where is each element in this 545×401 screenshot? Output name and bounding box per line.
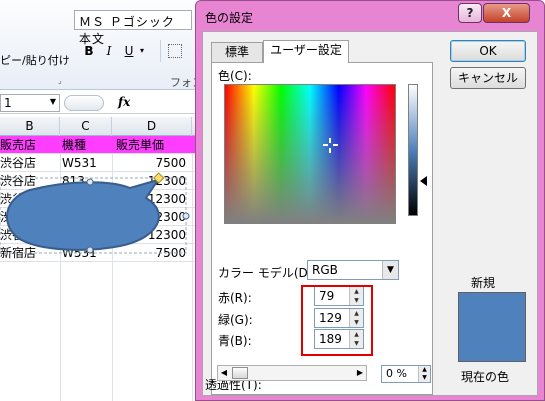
formula-splitter[interactable] xyxy=(64,95,104,111)
transparency-spinner[interactable]: 0 % ▲ ▼ xyxy=(381,365,431,383)
red-label: 赤(R): xyxy=(218,291,252,305)
dialog-launcher-icon[interactable]: ⌟ xyxy=(58,76,62,85)
close-button[interactable]: X xyxy=(483,3,530,23)
tab-custom[interactable]: ユーザー設定 xyxy=(263,40,349,63)
table-row: 渋谷店 12300 xyxy=(0,226,200,244)
help-button[interactable]: ? xyxy=(458,3,482,23)
column-header-d[interactable]: D xyxy=(112,117,192,136)
table-cell[interactable]: W531 xyxy=(62,154,112,172)
crosshair-icon[interactable] xyxy=(323,138,338,153)
column-header-c[interactable]: C xyxy=(60,117,112,136)
color-preview-swatch xyxy=(458,292,526,362)
table-row: 新宿店 W531 7500 xyxy=(0,244,200,262)
table-cell[interactable] xyxy=(62,208,112,226)
color-model-value: RGB xyxy=(312,263,338,277)
arrow-right-icon[interactable]: ▶ xyxy=(354,366,366,380)
color-label: 色(C): xyxy=(218,69,252,83)
blue-label: 青(B): xyxy=(218,334,252,348)
table-cell[interactable]: 渋谷店 xyxy=(0,226,60,244)
name-box[interactable]: 1 ▼ xyxy=(0,94,60,112)
table-cell[interactable]: 新宿店 xyxy=(0,244,60,262)
table-cell[interactable]: 12300 xyxy=(112,226,186,244)
table-row: 渋谷店 12300 xyxy=(0,208,200,226)
table-row: 渋谷店 813 12300 xyxy=(0,172,200,190)
table-cell[interactable]: 12300 xyxy=(112,172,186,190)
table-row: 渋谷店 12300 xyxy=(0,190,200,208)
table-cell[interactable]: 渋谷店 xyxy=(0,154,60,172)
tab-standard[interactable]: 標準 xyxy=(211,42,263,62)
table-cell[interactable]: 販売店 xyxy=(0,136,60,154)
dialog-titlebar[interactable]: 色の設定 ? X xyxy=(196,1,544,31)
color-model-select[interactable]: RGB ▼ xyxy=(307,260,399,280)
table-cell[interactable]: 渋谷店 xyxy=(0,172,60,190)
color-model-label: カラー モデル(D): xyxy=(218,266,317,280)
ribbon-separator xyxy=(160,40,161,62)
bold-button[interactable]: B xyxy=(80,42,98,60)
font-name-combo[interactable]: ＭＳ Ｐゴシック 本文 xyxy=(74,10,192,46)
transparency-slider[interactable]: ◀ ▶ xyxy=(217,365,367,381)
table-cell[interactable]: 機種 xyxy=(62,136,112,154)
transparency-value: 0 % xyxy=(386,367,407,380)
paste-label[interactable]: ピー/貼り付け xyxy=(0,52,70,68)
spin-arrows-icon[interactable]: ▲ ▼ xyxy=(418,366,430,382)
table-cell[interactable] xyxy=(62,226,112,244)
underline-button[interactable]: U xyxy=(120,42,138,60)
table-cell[interactable]: 7500 xyxy=(112,244,186,262)
table-cell[interactable]: 販売単価 xyxy=(116,136,196,154)
luminance-slider[interactable] xyxy=(408,84,418,216)
slider-thumb[interactable] xyxy=(232,367,248,379)
luminance-arrow-icon[interactable] xyxy=(420,176,427,186)
fx-icon[interactable]: fx xyxy=(118,95,130,109)
dialog-title: 色の設定 xyxy=(205,11,254,25)
worksheet-grid[interactable]: 販売店 機種 販売単価 渋谷店 W531 7500 渋谷店 813 12300 … xyxy=(0,136,200,401)
column-headers: B C D xyxy=(0,117,200,136)
chevron-down-icon[interactable]: ▼ xyxy=(382,261,398,279)
color-dialog: 色の設定 ? X 標準 ユーザー設定 色(C): カラー モデル(D): RGB… xyxy=(195,0,545,401)
custom-color-panel: 色(C): カラー モデル(D): RGB ▼ 赤(R): 79 ▲ ▼ 緑(G… xyxy=(211,62,433,395)
new-color-label: 新規 xyxy=(471,276,496,290)
formula-bar: 1 ▼ fx xyxy=(0,92,200,114)
ok-button[interactable]: OK xyxy=(450,40,526,62)
italic-button[interactable]: I xyxy=(100,42,118,60)
cancel-button[interactable]: キャンセル xyxy=(450,67,526,89)
color-spectrum-picker[interactable] xyxy=(224,84,396,224)
arrow-left-icon[interactable]: ◀ xyxy=(218,366,230,380)
border-icon[interactable] xyxy=(168,44,182,58)
table-cell[interactable]: 7500 xyxy=(112,154,186,172)
table-cell[interactable]: 813 xyxy=(62,172,112,190)
table-cell[interactable]: W531 xyxy=(62,244,112,262)
table-cell[interactable]: 12300 xyxy=(112,190,186,208)
table-cell[interactable]: 12300 xyxy=(112,208,186,226)
table-cell[interactable]: 渋谷店 xyxy=(0,208,60,226)
table-cell[interactable] xyxy=(62,190,112,208)
table-cell[interactable]: 渋谷店 xyxy=(0,190,60,208)
chevron-down-icon[interactable]: ▼ xyxy=(50,97,56,106)
dialog-body: 標準 ユーザー設定 色(C): カラー モデル(D): RGB ▼ 赤(R): xyxy=(202,31,538,396)
rgb-highlight-box xyxy=(301,285,373,356)
green-label: 緑(G): xyxy=(218,313,253,327)
current-color-label: 現在の色 xyxy=(461,370,510,384)
name-box-value: 1 xyxy=(4,96,12,110)
column-header-b[interactable]: B xyxy=(0,117,60,136)
table-row: 渋谷店 W531 7500 xyxy=(0,154,200,172)
chevron-down-icon[interactable]: ▾ xyxy=(140,46,144,55)
table-header-row: 販売店 機種 販売単価 xyxy=(0,136,200,154)
